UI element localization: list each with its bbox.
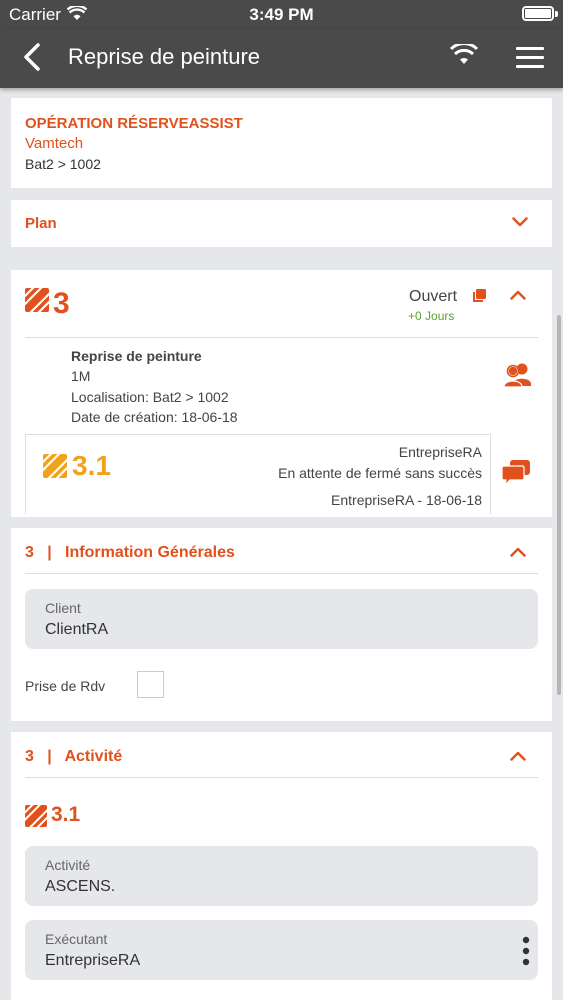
nav-bar: Reprise de peinture xyxy=(0,28,563,88)
info-section-card: 3 | Information Générales Client ClientR… xyxy=(11,528,552,721)
copy-icon[interactable] xyxy=(472,289,486,303)
executant-value: EntrepriseRA xyxy=(45,952,141,969)
divider-vertical xyxy=(490,434,491,514)
activity-number: 3.1 xyxy=(51,803,81,826)
divider xyxy=(25,777,538,778)
reserve-card: 3 Ouvert +0 Jours Reprise de peinture 1M… xyxy=(11,270,552,517)
rdv-label: Prise de Rdv xyxy=(25,678,106,694)
scrollbar[interactable] xyxy=(557,315,561,695)
client-label: Client xyxy=(45,600,81,616)
executant-field[interactable]: Exécutant EntrepriseRA xyxy=(25,920,538,980)
chat-icon[interactable] xyxy=(502,460,530,486)
executant-label: Exécutant xyxy=(45,931,108,947)
reserve-creation-date: Date de création: 18-06-18 xyxy=(71,409,238,425)
users-icon[interactable] xyxy=(503,362,533,388)
rdv-checkbox[interactable] xyxy=(137,671,164,698)
subreserve-state: En attente de fermé sans succès xyxy=(278,465,482,481)
activity-value: ASCENS. xyxy=(45,878,116,895)
chevron-up-icon[interactable] xyxy=(510,751,526,761)
page-title: Reprise de peinture xyxy=(68,44,261,69)
reserve-stripe-icon xyxy=(25,288,49,312)
divider xyxy=(25,434,491,435)
client-field[interactable]: Client ClientRA xyxy=(25,589,538,649)
divider-vertical xyxy=(25,434,26,514)
operation-name: OPÉRATION RÉSERVEASSIST xyxy=(25,115,243,132)
subreserve-footer: EntrepriseRA - 18-06-18 xyxy=(331,492,482,508)
operation-location: Bat2 > 1002 xyxy=(25,156,101,172)
activity-stripe-icon xyxy=(25,805,47,827)
hamburger-menu-icon[interactable] xyxy=(516,47,544,69)
operation-company: Vamtech xyxy=(25,135,84,152)
operation-card: OPÉRATION RÉSERVEASSIST Vamtech Bat2 > 1… xyxy=(11,98,552,188)
wifi-icon[interactable] xyxy=(450,44,478,66)
status-bar: Carrier 3:49 PM xyxy=(0,0,563,28)
subreserve-stripe-icon xyxy=(43,454,67,478)
clock: 3:49 PM xyxy=(249,5,314,24)
divider xyxy=(25,573,538,574)
reserve-localisation: Localisation: Bat2 > 1002 xyxy=(71,389,229,405)
chevron-up-icon[interactable] xyxy=(510,290,526,300)
plan-label: Plan xyxy=(25,215,57,232)
reserve-size: 1M xyxy=(71,368,91,384)
divider xyxy=(25,337,538,338)
activity-field[interactable]: Activité ASCENS. xyxy=(25,846,538,906)
battery-icon xyxy=(522,6,554,21)
battery-tip xyxy=(555,11,558,17)
activity-label: Activité xyxy=(45,857,91,873)
chevron-up-icon[interactable] xyxy=(510,547,526,557)
reserve-days: +0 Jours xyxy=(408,309,455,323)
subreserve-company: EntrepriseRA xyxy=(398,444,482,460)
back-arrow-icon[interactable] xyxy=(20,42,44,72)
chevron-down-icon[interactable] xyxy=(512,217,528,227)
more-vertical-icon[interactable] xyxy=(522,936,530,966)
info-section-title: 3 | Information Générales xyxy=(25,544,235,561)
reserve-number: 3 xyxy=(53,287,70,320)
activity-section-title: 3 | Activité xyxy=(25,748,123,765)
reserve-title: Reprise de peinture xyxy=(71,348,202,364)
client-value: ClientRA xyxy=(45,621,109,638)
subreserve-number: 3.1 xyxy=(72,450,111,481)
reserve-status: Ouvert xyxy=(409,288,458,305)
plan-card[interactable]: Plan xyxy=(11,200,552,247)
activity-section-card: 3 | Activité 3.1 Activité ASCENS. Exécut… xyxy=(11,732,552,1000)
